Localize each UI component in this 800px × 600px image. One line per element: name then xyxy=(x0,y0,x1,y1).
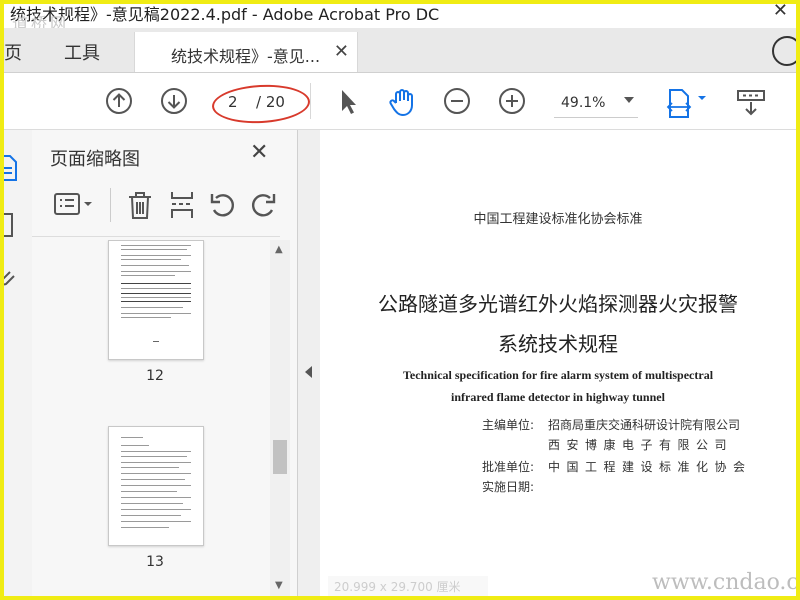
thumb-text-line xyxy=(121,485,191,486)
document-view[interactable]: 中国工程建设标准化协会标准 公路隧道多光谱红外火焰探测器火灾报警 系统技术规程 … xyxy=(320,130,796,596)
rotate-left-icon[interactable] xyxy=(208,190,236,220)
rotate-right-icon[interactable] xyxy=(250,190,278,220)
thumb-text-line xyxy=(121,317,171,318)
thumb-text-line xyxy=(121,271,191,272)
window-title: 统技术规程》-意见稿2022.4.pdf - Adobe Acrobat Pro… xyxy=(10,5,440,24)
panel-title: 页面缩略图 xyxy=(50,149,140,170)
thumbnail-scrollbar[interactable]: ▲ ▼ xyxy=(270,240,290,596)
extract-page-icon[interactable] xyxy=(168,190,196,220)
thumb-text-line xyxy=(121,249,187,250)
collapse-panel-icon[interactable] xyxy=(305,366,312,378)
zoom-out-icon[interactable] xyxy=(443,87,471,115)
left-nav-rail xyxy=(4,130,33,596)
doc-header: 中国工程建设标准化协会标准 xyxy=(473,212,643,227)
page-thumbnail[interactable] xyxy=(108,240,204,360)
doc-field-value: 中国工程建设标准化协会 xyxy=(548,460,752,474)
thumbnail-page-number: 12 xyxy=(146,368,164,384)
tab-tools[interactable]: 工具 xyxy=(64,39,100,65)
tab-home[interactable]: 主页 xyxy=(4,39,22,65)
thumb-text-line xyxy=(121,467,179,468)
thumb-text-line xyxy=(121,255,191,256)
thumbnail-options-icon[interactable] xyxy=(54,192,98,218)
doc-title-line2: 系统技术规程 xyxy=(498,332,618,356)
thumb-text-line xyxy=(121,503,183,504)
doc-english-title-line2: infrared flame detector in highway tunne… xyxy=(451,390,665,404)
thumb-text-line xyxy=(121,509,191,510)
page-size-indicator: 20.999 x 29.700 厘米 xyxy=(328,576,488,596)
scrollbar-thumb[interactable] xyxy=(273,440,287,474)
doc-field-key: 主编单位: xyxy=(482,418,535,432)
panel-toolbar xyxy=(48,188,278,224)
delete-page-icon[interactable] xyxy=(126,190,154,220)
thumb-table-rule xyxy=(121,283,191,284)
doc-field-key: 实施日期: xyxy=(482,480,535,494)
read-mode-icon[interactable] xyxy=(736,87,766,116)
thumb-text-line xyxy=(121,307,183,308)
close-panel-icon[interactable]: ✕ xyxy=(250,140,268,165)
thumb-text-line xyxy=(121,491,177,492)
doc-field-key: 批准单位: xyxy=(482,460,535,474)
thumb-text-line xyxy=(121,521,191,522)
toolbar-divider xyxy=(310,83,311,119)
thumb-table-rule xyxy=(121,301,191,302)
next-page-icon[interactable] xyxy=(160,87,188,115)
thumb-text-line xyxy=(121,245,191,246)
thumb-text-line xyxy=(121,288,191,289)
thumb-text-line xyxy=(121,259,181,260)
close-tab-icon[interactable]: ✕ xyxy=(334,41,349,62)
bookmark-icon[interactable] xyxy=(4,212,16,238)
hand-tool-icon[interactable] xyxy=(387,87,415,117)
panel-divider xyxy=(32,236,280,237)
thumb-text-line xyxy=(121,451,191,452)
thumb-text-line xyxy=(121,515,181,516)
zoom-field-underline xyxy=(554,117,638,118)
zoom-in-icon[interactable] xyxy=(498,87,526,115)
title-bar: 统技术规程》-意见稿2022.4.pdf - Adobe Acrobat Pro… xyxy=(4,4,796,33)
thumb-text-line xyxy=(121,497,191,498)
tab-document[interactable]: 统技术规程》-意见... ✕ xyxy=(134,32,358,72)
thumb-text-line xyxy=(121,265,189,266)
doc-english-title-line1: Technical specification for fire alarm s… xyxy=(402,368,714,382)
thumbnail-page-number: 13 xyxy=(146,554,164,570)
thumb-text-line xyxy=(121,297,191,298)
thumb-text-line xyxy=(121,275,175,276)
acrobat-window: 统技术规程》-意见稿2022.4.pdf - Adobe Acrobat Pro… xyxy=(4,4,796,596)
tab-document-label: 统技术规程》-意见... xyxy=(171,47,321,66)
scroll-up-icon[interactable]: ▲ xyxy=(275,244,283,255)
site-watermark-bottom: www.cndao.com xyxy=(652,570,796,595)
thumb-text-line xyxy=(121,437,143,438)
fit-page-icon[interactable] xyxy=(666,87,712,118)
thumb-text-line xyxy=(121,527,169,528)
page-thumbnails-panel: 页面缩略图 ✕ 12 13 ▲ ▼ xyxy=(32,130,298,596)
thumb-text-line xyxy=(121,473,191,474)
thumb-text-line xyxy=(121,313,191,314)
page-thumbnail[interactable] xyxy=(108,426,204,546)
zoom-level[interactable]: 49.1% xyxy=(561,95,605,111)
doc-field-value: 招商局重庆交通科研设计院有限公司 xyxy=(548,418,741,432)
zoom-dropdown-icon[interactable] xyxy=(624,97,634,103)
page-thumbnails-icon[interactable] xyxy=(4,154,18,182)
panel-splitter[interactable] xyxy=(298,130,321,596)
doc-field-value: 西安博康电子有限公司 xyxy=(548,438,734,452)
tab-bar: 主页 工具 统技术规程》-意见... ✕ xyxy=(4,28,796,73)
select-cursor-icon[interactable] xyxy=(334,87,362,115)
thumb-page-number xyxy=(153,341,159,342)
main-toolbar: 2 / 20 49.1% xyxy=(4,73,796,130)
previous-page-icon[interactable] xyxy=(105,87,133,115)
panel-toolbar-divider xyxy=(110,188,111,222)
thumb-text-line xyxy=(121,479,185,480)
thumb-text-line xyxy=(121,445,149,446)
doc-title-line1: 公路隧道多光谱红外火焰探测器火灾报警 xyxy=(378,292,738,316)
scroll-down-icon[interactable]: ▼ xyxy=(275,580,283,591)
highlight-annotation-oval xyxy=(211,82,311,126)
thumbnail-list: 12 13 xyxy=(32,240,280,596)
thumb-text-line xyxy=(121,462,191,463)
thumb-table-rule xyxy=(121,293,191,294)
help-icon[interactable] xyxy=(772,36,796,66)
window-close-icon[interactable]: ✕ xyxy=(773,4,788,21)
attachment-icon[interactable] xyxy=(4,266,16,290)
thumb-text-line xyxy=(121,456,187,457)
